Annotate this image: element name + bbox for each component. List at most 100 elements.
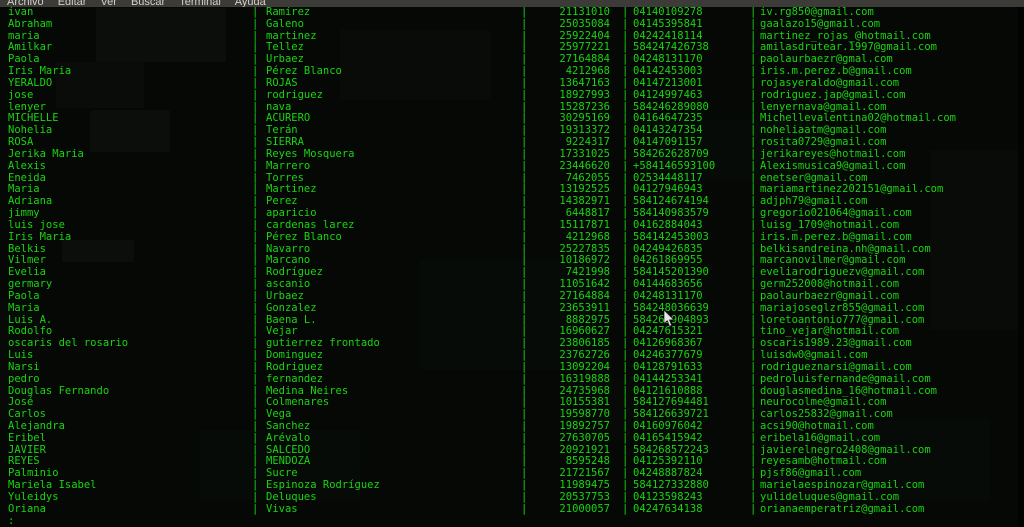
cell-first-name: luis jose [8,218,65,231]
column-separator: | [622,147,629,160]
table-row: Oriana | Vivas | 21000057 | 04247634138 | oriana… [0,502,1024,516]
cell-first-name: Jerika Maria [8,147,84,160]
column-separator: | [750,301,757,314]
table-row: Jerika Maria | Reyes Mosquera | 17331025 | 584… [0,147,1024,161]
cell-email: luisg_1709@hotmail.com [760,218,900,231]
table-row: pedro | fernandez | 16319888 | 04144253341 | ped… [0,372,1024,386]
table-row: Maria | Martinez | 13192525 | 04127946943 | mari… [0,184,1024,196]
cell-phone: 04165415942 [633,431,703,444]
column-separator: | [622,17,629,30]
cell-email: paolaurbaezr@gmail.com [760,289,900,302]
cell-first-name: Narsi [8,360,40,373]
column-separator: | [252,17,259,30]
column-separator: | [521,289,528,302]
terminal-output[interactable]: ivan | Ramírez | 21131010 | 04140109278 | iv.rg8… [0,6,1024,527]
column-separator: | [521,431,528,444]
column-separator: | [750,289,757,302]
cell-id-number: 13092204 [559,360,610,373]
column-separator: | [622,218,629,231]
cell-first-name: Iris Maria [8,230,72,243]
menu-editar[interactable]: Editar [51,0,94,7]
terminal-window: Archivo Editar Ver Buscar Terminal Ayuda ivan… [0,0,1024,527]
cell-first-name: YERALDO [8,76,53,89]
cell-phone: 584262628709 [633,147,709,160]
column-separator: | [252,360,259,373]
cell-last-name: Galeno [266,17,304,30]
cell-first-name: Oriana [8,502,46,515]
menu-archivo[interactable]: Archivo [0,0,51,7]
cell-phone: 04248131170 [633,289,703,302]
column-separator: | [252,502,259,515]
menu-bar: Archivo Editar Ver Buscar Terminal Ayuda [0,0,1024,7]
table-row: Maria | Gonzalez | 23653911 | 584248036639 | mar… [0,301,1024,315]
cell-first-name: Maria [8,301,40,314]
cell-first-name: Amilkar [8,41,53,54]
menu-ver[interactable]: Ver [93,0,124,7]
cell-id-number: 23653911 [559,301,610,314]
column-separator: | [622,502,629,515]
cell-id-number: 25035084 [559,17,610,30]
cell-email: jerikareyes@hotmail.com [760,147,906,160]
pager-prompt-row[interactable]: : [0,515,1024,527]
cell-last-name: Urbaez [266,289,304,302]
column-separator: | [622,431,629,444]
cell-first-name: Paola [8,289,40,302]
column-separator: | [622,230,629,243]
cell-email: rodrigueznarsi@gmail.com [760,360,912,373]
column-separator: | [521,88,528,101]
cell-id-number: 18927993 [559,88,610,101]
cell-email: orianaemperatriz@gmail.com [760,502,925,515]
cell-last-name: MENDOZA [266,455,311,468]
cell-first-name: Alexis [8,159,46,172]
table-row: Yuleidys | Deluques | 20537753 | 04123598243 | y… [0,490,1024,504]
column-separator: | [521,360,528,373]
cell-email: mariajoseglzr855@gmail.com [760,301,925,314]
cell-first-name: Eneida [8,171,46,184]
column-separator: | [252,230,259,243]
cell-first-name: Adriana [8,195,53,208]
cell-first-name: Nohelia [8,124,53,137]
table-row: REYES | MENDOZA | 8595248 | 04125392110 | reyesa… [0,456,1024,468]
column-separator: | [622,159,629,172]
menu-terminal[interactable]: Terminal [172,0,228,7]
table-row: Eribel | Arévalo | 27630705 | 04165415942 | erib… [0,431,1024,445]
cell-email: eribela16@gmail.com [760,431,881,444]
column-separator: | [622,301,629,314]
column-separator: | [750,360,757,373]
column-separator: | [252,372,259,385]
cell-phone: 584248036639 [633,301,709,314]
cell-last-name: Deluques [266,490,317,503]
column-separator: | [521,372,528,385]
cell-first-name: Abraham [8,17,53,30]
table-row: oscaris del rosario | gutierrez frontado | 2… [0,337,1024,350]
cell-first-name: germary [8,278,53,291]
cell-phone: 04128791633 [633,360,703,373]
cell-phone: 04144253341 [633,372,703,385]
column-separator: | [750,159,757,172]
table-row: Paola | Urbaez | 27164884 | 04248131170 | paolau… [0,289,1024,303]
cell-last-name: Gonzalez [266,301,317,314]
table-row: luis jose | cardenas larez | 15117871 | 041628… [0,218,1024,232]
cell-id-number: 21000057 [559,502,610,515]
column-separator: | [622,289,629,302]
cell-first-name: jose [8,88,34,101]
column-separator: | [622,372,629,385]
column-separator: | [750,218,757,231]
cell-first-name: Luis [8,349,34,362]
cell-email: pedroluisfernande@gmail.com [760,372,931,385]
cell-phone: +584146593100 [633,159,716,172]
menu-buscar[interactable]: Buscar [124,0,172,7]
column-separator: | [750,502,757,515]
column-separator: | [750,147,757,160]
column-separator: | [750,88,757,101]
cell-id-number: 15117871 [559,218,610,231]
menu-ayuda[interactable]: Ayuda [228,0,273,7]
cell-last-name: Colmenares [266,396,330,409]
cell-last-name: fernandez [266,372,323,385]
column-separator: | [252,301,259,314]
column-separator: | [521,147,528,160]
cell-id-number: 27630705 [559,431,610,444]
cell-last-name: Marrero [266,159,311,172]
column-separator: | [252,147,259,160]
table-row: Iris Maria | Pérez Blanco | 4212968 | 58414245… [0,230,1024,244]
